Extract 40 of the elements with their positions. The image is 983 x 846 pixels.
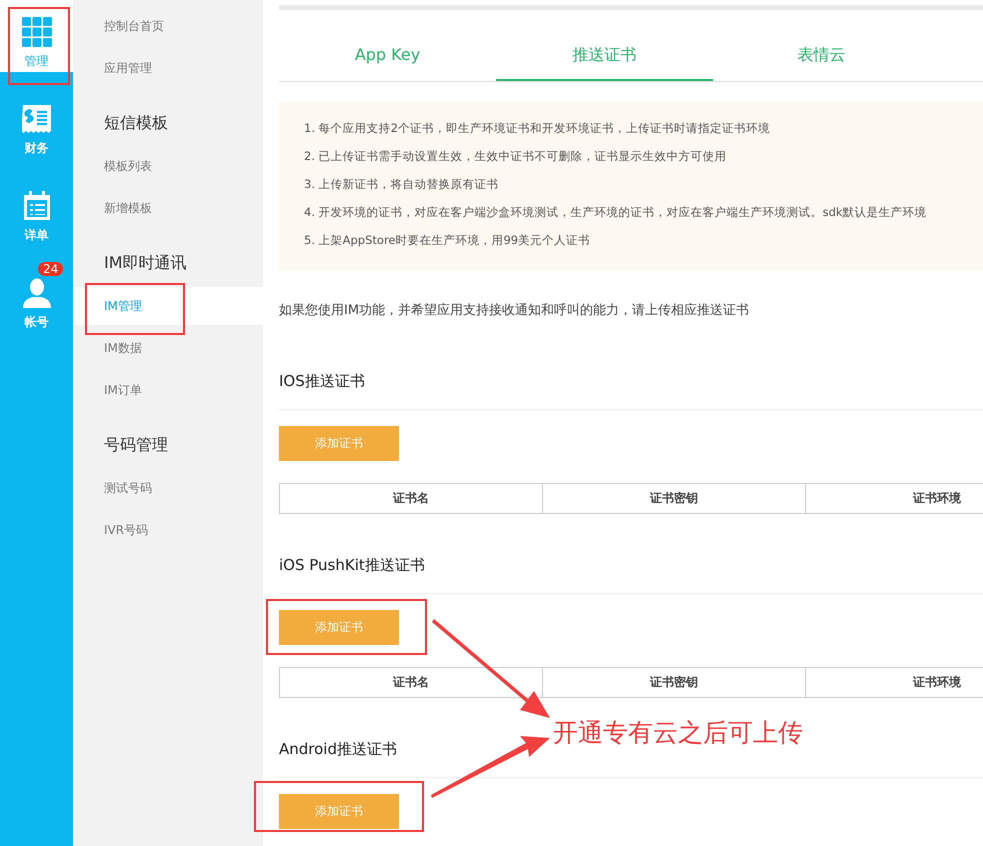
menu-item[interactable]: IM管理 [73,287,263,325]
rail-nav-item[interactable]: 财务 [0,87,73,174]
menu-item[interactable]: 应用管理 [73,47,263,89]
menu-item[interactable]: 测试号码 [73,467,263,509]
notice-text: 1. 每个应用支持2个证书，即生产环境证书和开发环境证书，上传证书时请指定证书环境 [304,120,771,137]
person-icon [22,278,52,308]
tab[interactable]: 推送证书 [496,30,713,81]
add-certificate-button[interactable]: 添加证书 [279,610,399,645]
notice-text: 2. 已上传证书需手动设置生效，生效中证书不可删除，证书显示生效中方可使用 [304,148,728,165]
menu-item[interactable]: 控制台首页 [73,5,263,47]
menu-heading: 短信模板 [103,112,169,134]
rail-nav-item[interactable]: 详单 [0,174,73,261]
section-title: iOS PushKit推送证书 [279,555,983,594]
menu-item[interactable]: 新增模板 [73,187,263,229]
add-certificate-button[interactable]: 添加证书 [279,794,399,829]
notice-text: 4. 开发环境的证书，对应在客户端沙盒环境测试，生产环境的证书，对应在客户端生产环境测试。sdk默认是生产环境 [304,204,928,221]
menu-item[interactable]: IM订单 [73,369,263,411]
add-certificate-button[interactable]: 添加证书 [279,426,399,461]
column-header: 证书环境 [806,484,983,513]
receipt-icon [22,104,52,134]
column-header: 证书密钥 [543,484,806,513]
tab[interactable]: 表情云 [713,30,930,81]
column-header: 证书名 [280,484,543,513]
notification-badge: 24 [38,262,64,276]
menu-item[interactable]: IVR号码 [73,509,263,551]
calendar-icon [22,191,52,221]
tab[interactable]: App Key [279,30,496,81]
column-header: 证书环境 [806,668,983,697]
section-title: IOS推送证书 [279,371,983,410]
menu-heading: 号码管理 [103,434,169,456]
rail-nav-item[interactable]: 帐号 24 [0,261,73,348]
notice-text: 3. 上传新证书，将自动替换原有证书 [304,176,500,193]
column-header: 证书密钥 [543,668,806,697]
grid-icon [22,17,52,47]
menu-item[interactable]: IM数据 [73,327,263,369]
intro-text: 如果您使用IM功能，并希望应用支持接收通知和呼叫的能力，请上传相应推送证书 [279,302,750,320]
rail-nav-item[interactable]: 管理 [0,0,73,72]
menu-item[interactable]: 模板列表 [73,145,263,187]
notice-text: 5. 上架AppStore时要在生产环境，用99美元个人证书 [304,232,592,249]
menu-heading: IM即时通讯 [103,252,188,274]
